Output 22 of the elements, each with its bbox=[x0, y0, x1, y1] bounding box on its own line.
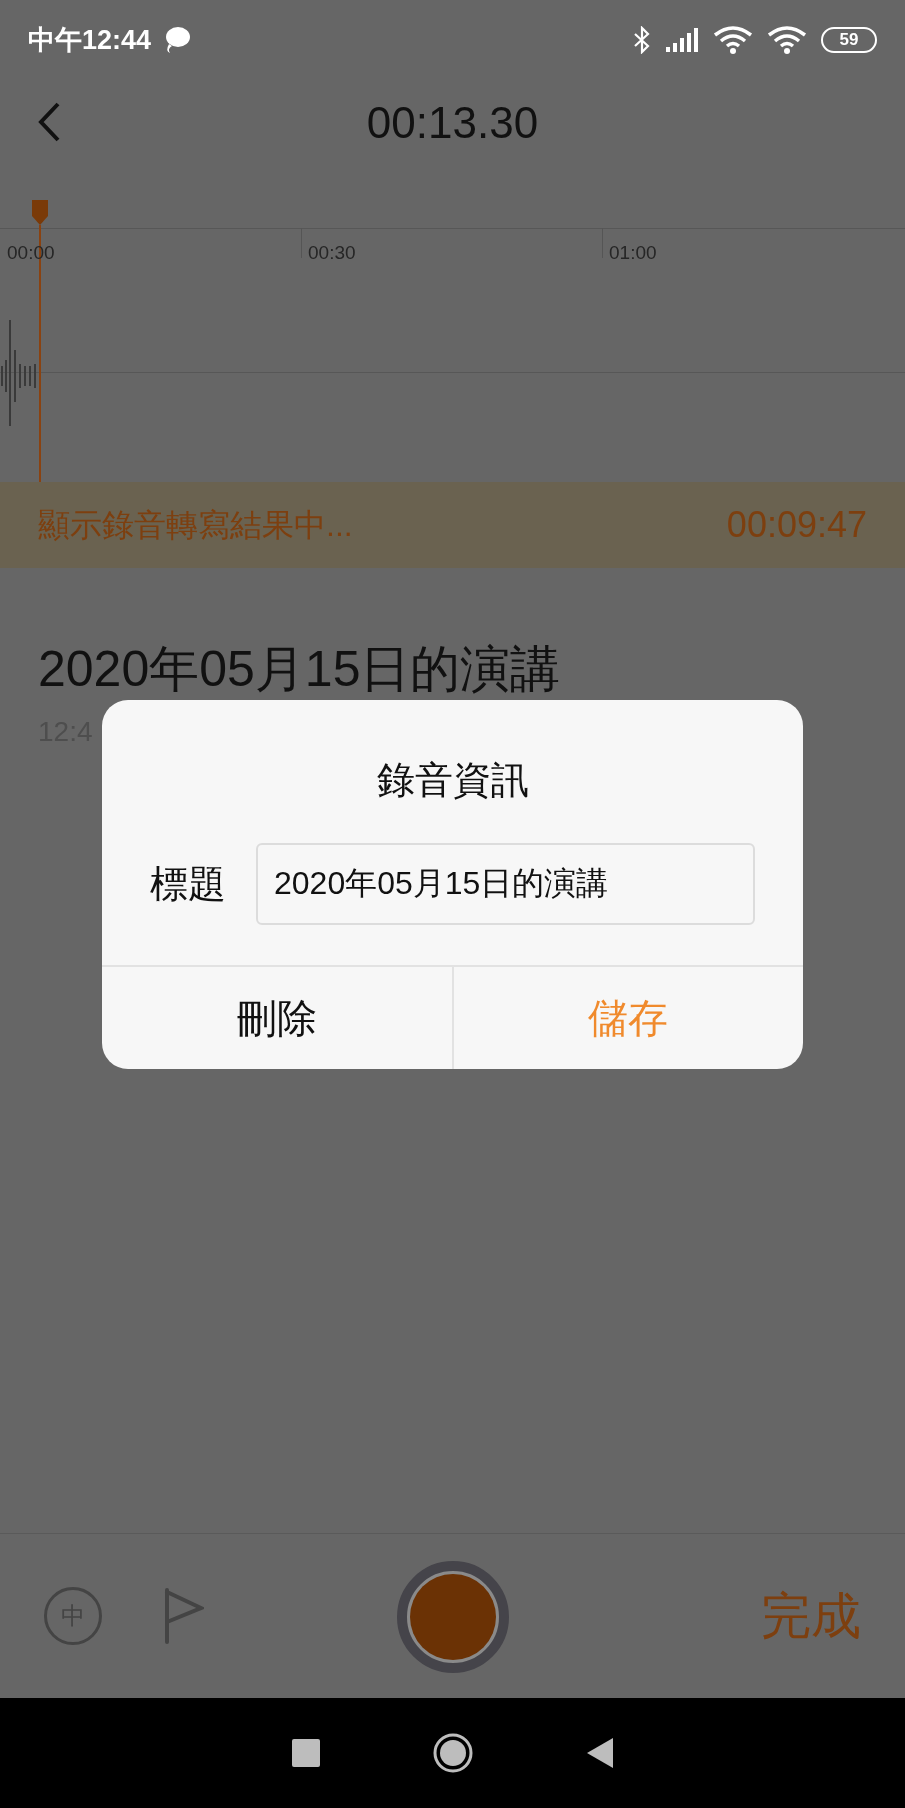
banner-time: 00:09:47 bbox=[726, 503, 867, 547]
done-button[interactable]: 完成 bbox=[761, 1578, 861, 1654]
recents-icon[interactable] bbox=[291, 1739, 320, 1767]
bluetooth-icon bbox=[633, 26, 651, 54]
back-icon[interactable] bbox=[585, 1737, 614, 1769]
wifi-icon bbox=[713, 26, 753, 54]
elapsed-time: 00:13.30 bbox=[366, 96, 539, 149]
delete-button[interactable]: 刪除 bbox=[102, 967, 452, 1069]
dialog-title: 錄音資訊 bbox=[375, 758, 530, 803]
recording-title: 2020年05月15日的演講 bbox=[38, 640, 562, 699]
tick-label: 00:30 bbox=[308, 241, 356, 265]
banner-text: 顯示錄音轉寫結果中... bbox=[38, 506, 353, 545]
battery-icon: 59 bbox=[821, 27, 877, 53]
flag-icon[interactable] bbox=[164, 1588, 204, 1644]
title-field[interactable]: 2020年05月15日的演講 bbox=[256, 843, 755, 925]
home-icon[interactable] bbox=[431, 1732, 474, 1774]
status-time: 中午12:44 bbox=[28, 23, 152, 57]
save-button[interactable]: 儲存 bbox=[451, 967, 803, 1069]
field-label: 標題 bbox=[150, 861, 226, 907]
tick-label: 01:00 bbox=[609, 241, 657, 265]
wifi-icon bbox=[767, 26, 807, 54]
signal-icon bbox=[665, 27, 699, 53]
